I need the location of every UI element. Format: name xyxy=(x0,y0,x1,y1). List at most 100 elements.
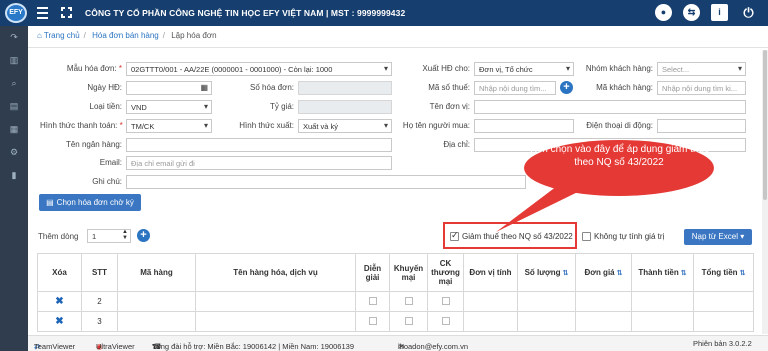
cell-unit-price[interactable] xyxy=(575,291,632,312)
description-checkbox[interactable] xyxy=(368,296,377,305)
note-label: Ghi chú: xyxy=(92,177,122,186)
chart-icon[interactable]: ▥ xyxy=(8,55,20,66)
promotion-checkbox[interactable] xyxy=(404,316,413,325)
bank-input[interactable] xyxy=(126,138,392,152)
add-rows-label: Thêm dòng xyxy=(38,232,79,241)
menu-icon[interactable] xyxy=(37,7,48,19)
cell-amount[interactable] xyxy=(631,291,694,312)
efy-logo[interactable]: EFY xyxy=(5,3,27,23)
share-icon[interactable]: ↷ xyxy=(8,32,20,43)
cell-quantity[interactable] xyxy=(517,291,576,312)
trade-discount-checkbox[interactable] xyxy=(441,316,450,325)
payment-select[interactable]: TM/CK xyxy=(126,119,212,133)
user-icon[interactable]: ● xyxy=(655,4,672,21)
invoice-date-input[interactable]: ▦ xyxy=(126,81,212,95)
tax-reduction-checkbox[interactable] xyxy=(450,230,459,241)
customer-group-select[interactable]: Select... xyxy=(657,62,746,76)
export-form-label: Hình thức xuất: xyxy=(239,121,294,130)
sidebar: ↷ ▥ ⌕ ▤ ▦ ⚙ ▮ xyxy=(0,26,28,351)
cell-unit-price[interactable] xyxy=(575,311,632,332)
phone-input[interactable] xyxy=(657,119,746,133)
col-quantity[interactable]: Số lượng ⇅ xyxy=(517,253,576,292)
rate-input xyxy=(298,100,392,114)
currency-label: Loại tiền: xyxy=(89,102,122,111)
fullscreen-icon[interactable] xyxy=(60,6,73,19)
breadcrumb-sales[interactable]: Hóa đơn bán hàng xyxy=(92,31,159,40)
pending-invoice-button[interactable]: ▤ Chọn hóa đơn chờ ký xyxy=(39,194,141,211)
col-total[interactable]: Tổng tiền ⇅ xyxy=(693,253,754,292)
document-icon[interactable]: ▦ xyxy=(8,124,20,135)
list-icon[interactable]: ▤ xyxy=(8,101,20,112)
cell-unit[interactable] xyxy=(463,291,518,312)
customer-code-input[interactable]: Nhập nội dung tìm ki... xyxy=(657,81,746,95)
col-unit-price[interactable]: Đơn giá ⇅ xyxy=(575,253,632,292)
book-icon[interactable]: ▮ xyxy=(8,170,20,181)
sort-icon[interactable]: ⇅ xyxy=(563,270,569,277)
sort-icon[interactable]: ⇅ xyxy=(681,270,687,277)
breadcrumb-current: Lập hóa đơn xyxy=(171,31,217,40)
import-excel-button[interactable]: Nạp từ Excel ▾ xyxy=(684,229,752,245)
description-checkbox[interactable] xyxy=(368,316,377,325)
rate-label: Tỷ giá: xyxy=(269,102,294,111)
cell-unit[interactable] xyxy=(463,311,518,332)
settings-icon[interactable]: ⚙ xyxy=(8,147,20,158)
buyer-input[interactable] xyxy=(474,119,574,133)
col-description: Diễn giải xyxy=(355,253,390,292)
tax-code-input[interactable]: Nhập nội dung tìm... xyxy=(474,81,556,95)
tax-code-label: Mã số thuế: xyxy=(428,83,470,92)
email-input[interactable]: Địa chỉ email gửi đi xyxy=(126,156,392,170)
table-row: ✖ 3 xyxy=(37,311,754,332)
cell-item-name[interactable] xyxy=(195,311,356,332)
cell-item-code[interactable] xyxy=(117,291,196,312)
cell-amount[interactable] xyxy=(631,311,694,332)
breadcrumb-home[interactable]: Trang chủ xyxy=(44,31,80,40)
currency-select[interactable]: VND xyxy=(126,100,212,114)
delete-row-icon[interactable]: ✖ xyxy=(55,296,63,307)
home-icon[interactable]: ⌂ xyxy=(37,31,42,40)
unit-name-label: Tên đơn vị: xyxy=(429,102,470,111)
export-for-select[interactable]: Đơn vị, Tổ chức xyxy=(474,62,574,76)
switch-icon[interactable]: ⇆ xyxy=(683,4,700,21)
calendar-icon[interactable]: ▦ xyxy=(200,83,208,92)
row-stt: 2 xyxy=(81,291,118,312)
template-select[interactable]: 02GTTT0/001 - AA/22E (0000001 - 0001000)… xyxy=(126,62,392,76)
delete-row-icon[interactable]: ✖ xyxy=(55,316,63,327)
export-form-select[interactable]: Xuất và ký xyxy=(298,119,392,133)
trade-discount-checkbox[interactable] xyxy=(441,296,450,305)
col-promotion: Khuyến mại xyxy=(389,253,428,292)
add-rows-plus-icon[interactable]: + xyxy=(137,229,150,242)
col-amount[interactable]: Thành tiền ⇅ xyxy=(631,253,694,292)
cell-item-name[interactable] xyxy=(195,291,356,312)
sort-icon[interactable]: ⇅ xyxy=(617,270,623,277)
no-auto-calc-label[interactable]: Không tự tính giá trị xyxy=(594,232,664,241)
cell-quantity[interactable] xyxy=(517,311,576,332)
tax-lookup-plus-icon[interactable]: + xyxy=(560,81,573,94)
stepper-arrows-icon[interactable]: ▲ ▼ xyxy=(122,230,128,241)
no-auto-calc-checkbox[interactable] xyxy=(582,232,591,241)
note-input[interactable] xyxy=(126,175,526,189)
customer-group-label: Nhóm khách hàng: xyxy=(585,64,653,73)
promotion-checkbox[interactable] xyxy=(404,296,413,305)
template-label: Mẫu hóa đơn: * xyxy=(66,64,122,73)
version-text: Phiên bản 3.0.2.2 xyxy=(693,339,752,348)
footer: ⇄ TeamViewer ◉ UltraViewer ☎ Tổng đài hỗ… xyxy=(28,335,768,351)
customer-code-label: Mã khách hàng: xyxy=(596,83,653,92)
breadcrumb: ⌂ Trang chủ / Hóa đơn bán hàng / Lập hóa đ… xyxy=(37,31,217,40)
invoice-no-label: Số hóa đơn: xyxy=(250,83,294,92)
unit-name-input[interactable] xyxy=(474,100,746,114)
vertical-scrollbar[interactable] xyxy=(762,50,768,334)
sort-icon[interactable]: ⇅ xyxy=(740,270,746,277)
cell-total[interactable] xyxy=(693,311,754,332)
tax-reduction-label[interactable]: Giảm thuế theo NQ số 43/2022 xyxy=(462,232,573,241)
add-rows-stepper[interactable]: 1 ▲ ▼ xyxy=(87,229,131,243)
power-icon[interactable]: ⏻ xyxy=(740,4,757,21)
search-icon[interactable]: ⌕ xyxy=(8,78,20,89)
cell-total[interactable] xyxy=(693,291,754,312)
callout-bubble: Tích chọn vào đây để áp dụng giảm thuế t… xyxy=(524,140,714,196)
scrollbar-thumb[interactable] xyxy=(763,50,767,200)
divider xyxy=(28,47,768,48)
col-delete: Xóa xyxy=(37,253,82,292)
cell-item-code[interactable] xyxy=(117,311,196,332)
caret-down-icon: ▾ xyxy=(740,232,745,241)
info-icon[interactable]: i xyxy=(711,4,728,21)
